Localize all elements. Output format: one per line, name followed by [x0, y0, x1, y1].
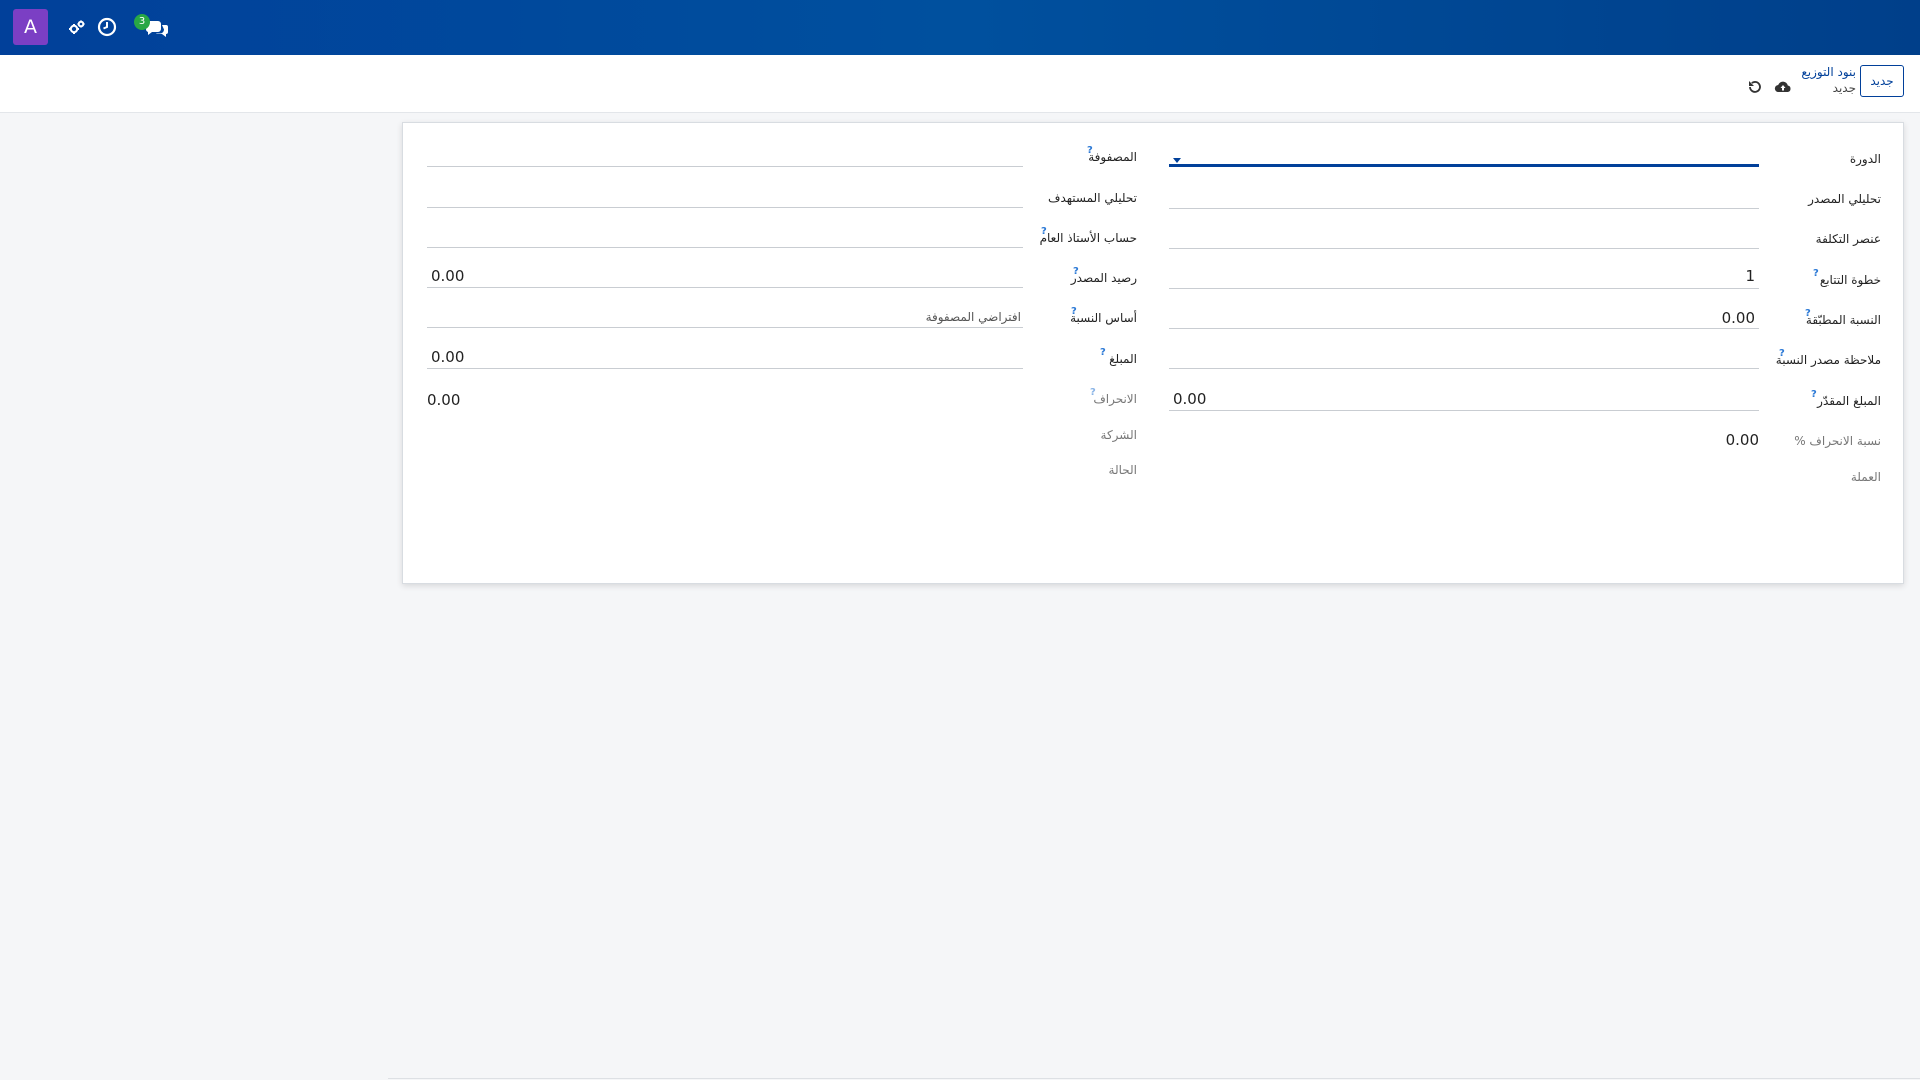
help-icon[interactable]: ?	[1813, 268, 1819, 279]
breadcrumb: بنود التوزيع جديد	[1740, 64, 1856, 96]
user-avatar[interactable]: A	[13, 9, 48, 45]
amount-value: 0.00	[431, 348, 465, 366]
clock-icon[interactable]	[96, 16, 118, 38]
new-button[interactable]: جديد	[1860, 65, 1904, 97]
gl-account-label: حساب الأستاذ العام	[1039, 231, 1137, 245]
sequence-step-value: 1	[1745, 267, 1755, 285]
amount-label: المبلغ	[1109, 352, 1137, 366]
cost-element-label: عنصر التكلفة	[1815, 232, 1881, 246]
deviation-pct-label: نسبة الانحراف %	[1794, 434, 1881, 448]
source-balance-label: رصيد المصدر	[1070, 271, 1137, 285]
help-icon[interactable]: ?	[1100, 347, 1106, 358]
breadcrumb-parent[interactable]: بنود التوزيع	[1740, 64, 1856, 80]
deviation-value: 0.00	[427, 391, 461, 409]
company-label: الشركة	[1100, 428, 1137, 442]
period-label: الدورة	[1849, 152, 1881, 166]
form-sheet: الدورة تحليلي المصدر عنصر التكلفة خطوة ا…	[402, 122, 1904, 584]
estimated-amount-label: المبلغ المقدّر	[1817, 394, 1881, 408]
ratio-basis-field[interactable]: افتراضي المصفوفة	[427, 298, 1023, 328]
source-balance-value: 0.00	[431, 267, 465, 285]
help-icon[interactable]: ?	[1779, 348, 1785, 359]
help-icon[interactable]: ?	[1805, 308, 1811, 319]
help-icon[interactable]: ?	[1071, 306, 1077, 317]
help-icon[interactable]: ?	[1087, 145, 1093, 156]
deviation-pct-value: 0.00	[1725, 431, 1759, 449]
source-balance-field[interactable]: 0.00	[427, 258, 1023, 288]
source-analytic-label: تحليلي المصدر	[1808, 192, 1881, 206]
cost-element-field[interactable]	[1169, 219, 1759, 249]
messages-badge: 3	[134, 14, 150, 30]
ratio-source-note-label: ملاحظة مصدر النسبة	[1775, 353, 1881, 367]
matrix-field[interactable]	[427, 137, 1023, 167]
divider	[388, 1078, 1920, 1079]
target-analytic-label: تحليلي المستهدف	[1048, 191, 1137, 205]
help-icon[interactable]: ?	[1073, 266, 1079, 277]
applied-ratio-value: 0.00	[1721, 309, 1755, 327]
help-icon[interactable]: ?	[1090, 387, 1096, 398]
gl-account-field[interactable]	[427, 218, 1023, 248]
estimated-amount-field[interactable]: 0.00	[1169, 381, 1759, 411]
currency-label: العملة	[1850, 470, 1881, 484]
source-analytic-field[interactable]	[1169, 179, 1759, 209]
applied-ratio-label: النسبة المطبّقة	[1805, 313, 1881, 327]
period-field[interactable]	[1169, 137, 1759, 167]
applied-ratio-field[interactable]: 0.00	[1169, 299, 1759, 329]
help-icon[interactable]: ?	[1041, 226, 1047, 237]
sequence-step-label: خطوة التتابع	[1819, 273, 1881, 287]
matrix-label: المصفوفة	[1088, 150, 1137, 164]
settings-gears-icon[interactable]	[66, 16, 88, 38]
deviation-label: الانحراف	[1093, 392, 1137, 406]
status-label: الحالة	[1108, 463, 1137, 477]
sequence-step-field[interactable]: 1	[1169, 259, 1759, 289]
breadcrumb-current: جديد	[1832, 81, 1856, 95]
estimated-amount-value: 0.00	[1173, 390, 1207, 408]
help-icon[interactable]: ?	[1811, 389, 1817, 400]
ratio-basis-label: أساس النسبة	[1070, 311, 1137, 325]
control-panel: بنود التوزيع جديد جديد	[0, 55, 1920, 113]
target-analytic-field[interactable]	[427, 178, 1023, 208]
ratio-source-note-field[interactable]	[1169, 339, 1759, 369]
ratio-basis-value: افتراضي المصفوفة	[925, 310, 1021, 324]
amount-field[interactable]: 0.00	[427, 339, 1023, 369]
top-navbar: A 3	[0, 0, 1920, 55]
chevron-down-icon[interactable]	[1173, 158, 1181, 163]
